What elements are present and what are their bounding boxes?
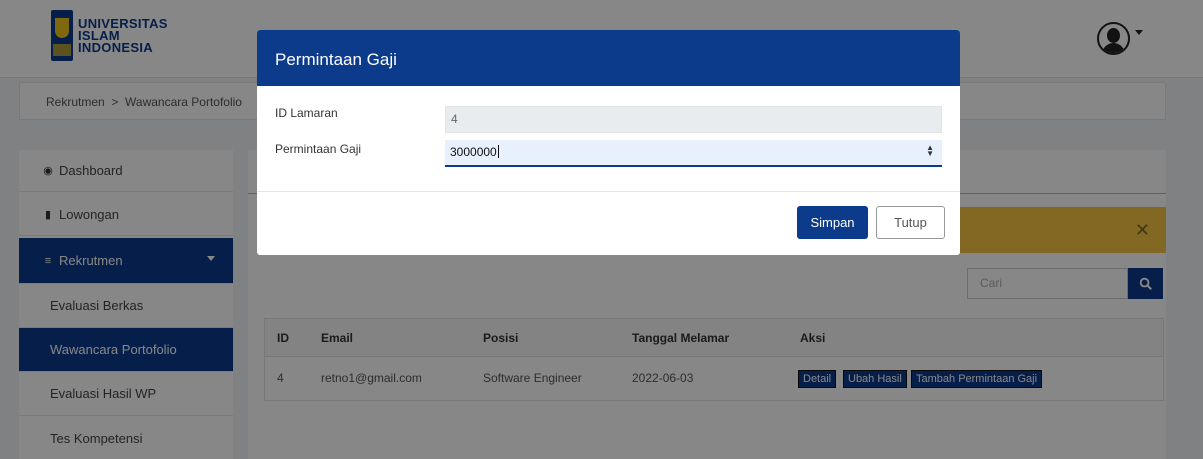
save-button[interactable]: Simpan [797, 206, 868, 239]
permintaan-gaji-value: 3000000 [450, 145, 497, 159]
id-lamaran-field: 4 [445, 106, 942, 133]
close-button[interactable]: Tutup [876, 206, 945, 239]
id-lamaran-label: ID Lamaran [275, 106, 338, 120]
permintaan-gaji-label: Permintaan Gaji [275, 142, 362, 156]
text-cursor [497, 145, 499, 158]
modal-title: Permintaan Gaji [275, 50, 397, 69]
permintaan-gaji-modal: Permintaan Gaji ID Lamaran 4 Permintaan … [257, 30, 960, 255]
modal-header: Permintaan Gaji [257, 30, 960, 86]
modal-footer: Simpan Tutup [257, 192, 960, 255]
modal-body: ID Lamaran 4 Permintaan Gaji 3000000 ▲ ▼ [257, 86, 960, 192]
number-spinner-icon[interactable]: ▲ ▼ [926, 144, 934, 158]
permintaan-gaji-field[interactable]: 3000000 ▲ ▼ [445, 140, 942, 167]
